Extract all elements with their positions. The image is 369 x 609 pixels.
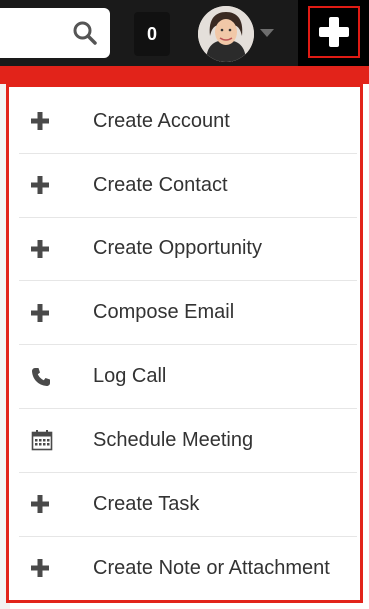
search-icon[interactable] [72,20,98,46]
notification-count-badge[interactable]: 0 [134,12,170,56]
menu-item-create-note-or-attachment[interactable]: Create Note or Attachment [19,537,357,601]
quick-create-dropdown: Create Account Create Contact Create Opp… [6,84,363,603]
user-avatar[interactable] [198,6,254,62]
menu-item-label: Compose Email [93,301,235,324]
menu-item-label: Create Note or Attachment [93,556,330,579]
calendar-icon [31,426,71,454]
menu-item-label: Create Opportunity [93,237,262,260]
menu-item-create-account[interactable]: Create Account [19,90,357,154]
menu-item-create-opportunity[interactable]: Create Opportunity [19,218,357,282]
menu-item-schedule-meeting[interactable]: Schedule Meeting [19,409,357,473]
menu-item-label: Schedule Meeting [93,428,254,451]
user-avatar-image [198,6,254,62]
quick-create-button[interactable] [308,6,360,58]
plus-icon [31,490,71,518]
menu-item-create-task[interactable]: Create Task [19,473,357,537]
search-box[interactable] [0,8,110,58]
phone-icon [31,363,71,391]
plus-icon [31,554,71,582]
plus-icon [319,17,349,47]
chevron-down-icon[interactable] [260,29,274,37]
top-navigation-bar: 0 [0,0,369,66]
menu-item-label: Create Account [93,109,230,132]
plus-icon [31,235,71,263]
menu-item-label: Create Task [93,492,200,515]
menu-item-label: Create Contact [93,173,228,196]
plus-icon [31,107,71,135]
plus-icon [31,299,71,327]
menu-item-compose-email[interactable]: Compose Email [19,281,357,346]
menu-item-log-call[interactable]: Log Call [19,345,357,409]
plus-icon [31,171,71,199]
menu-item-create-contact[interactable]: Create Contact [19,154,357,218]
quick-create-menu-list: Create Account Create Contact Create Opp… [19,90,357,597]
menu-item-label: Log Call [93,365,167,388]
highlight-strip [0,66,369,84]
